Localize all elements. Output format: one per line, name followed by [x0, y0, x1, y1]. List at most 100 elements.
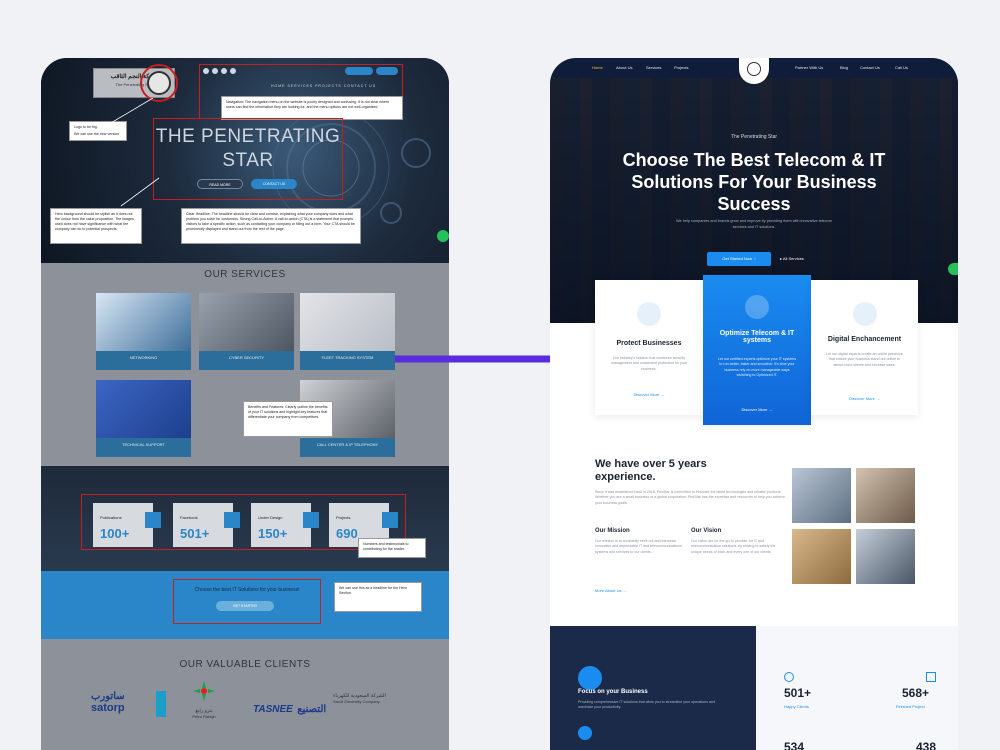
old-service-label: TECHNICAL SUPPORT: [122, 442, 165, 447]
client-name: satorp: [91, 702, 125, 714]
old-nav-pill-button-2[interactable]: [376, 67, 398, 75]
experience-description: Since it was established back in 2018, P…: [595, 490, 785, 505]
publications-icon: [145, 512, 161, 528]
petro-rabigh-icon: [193, 681, 215, 701]
happy-clients-icon: [784, 672, 794, 682]
old-stat-card: Under Design 150+: [251, 503, 311, 547]
old-service-support[interactable]: TECHNICAL SUPPORT: [96, 380, 191, 457]
old-website-card: شركة النجم الثاقب The Penetrating Star H…: [41, 58, 449, 750]
old-read-more-button[interactable]: READ MORE: [197, 179, 243, 189]
old-service-label: CYBER SECURITY: [228, 355, 265, 360]
old-clients-section: OUR VALUABLE CLIENTS ساتورب satorp بترو …: [41, 639, 449, 750]
nav-call[interactable]: Call Us: [895, 65, 908, 70]
old-nav-pill-button[interactable]: [345, 67, 373, 75]
focus-section: Focus on your Business Providing compreh…: [550, 626, 756, 750]
old-stat-label: Projects: [336, 515, 351, 520]
team-photo-1: [792, 468, 851, 523]
old-cta-text: Choose the best IT Solutions for your bu…: [194, 587, 300, 593]
get-started-label: Get Started Now: [722, 256, 752, 261]
facebook-icon: [224, 512, 240, 528]
old-stat-value: 690: [336, 526, 358, 541]
technical-support-image: [96, 380, 191, 438]
instagram-icon[interactable]: [230, 68, 236, 74]
all-services-link[interactable]: ▸ All Services: [780, 252, 804, 266]
nav-blog[interactable]: Blog: [840, 65, 848, 70]
card-optimize[interactable]: Optimize Telecom & IT systems Let our ce…: [703, 275, 811, 425]
whatsapp-icon[interactable]: [948, 263, 958, 275]
old-service-label: CALL CENTER & IP TELEPHONY: [316, 442, 379, 447]
card-link-label: Discover More: [849, 396, 875, 401]
headline-note: Clear Headline: The headline should be c…: [181, 208, 361, 244]
projects-icon: [382, 512, 398, 528]
more-about-link[interactable]: More About Us →: [595, 588, 627, 593]
new-website-card: Home About Us Services Projects Partner …: [550, 58, 958, 750]
cyber-security-image: [199, 293, 294, 351]
finished-project-icon: [926, 672, 936, 682]
linkedin-icon[interactable]: [212, 68, 218, 74]
twitter-icon[interactable]: [203, 68, 209, 74]
fleet-tracking-image: [300, 293, 395, 351]
old-service-networking[interactable]: NETWORKING: [96, 293, 191, 370]
old-hero-section: شركة النجم الثاقب The Penetrating Star H…: [41, 58, 449, 263]
team-photo-2: [856, 468, 915, 523]
arrow-right-icon: ›: [753, 256, 756, 261]
nav-partner[interactable]: Partner With Us: [795, 65, 823, 70]
card-title: Protect Businesses: [616, 340, 682, 347]
card-link[interactable]: Discover More →: [595, 392, 703, 397]
old-service-label: NETWORKING: [129, 355, 158, 360]
client-logo-satorp: ساتورب satorp: [91, 691, 125, 714]
old-stat-label: Under Design: [258, 515, 283, 520]
old-cta-section: Choose the best IT Solutions for your bu…: [41, 571, 449, 639]
stat-label: Finished Project: [896, 704, 925, 709]
card-title: Digital Enchancement: [827, 336, 902, 343]
old-stat-value: 150+: [258, 526, 288, 541]
old-service-fleet[interactable]: FLEET TRACKING SYSTEM: [300, 293, 395, 370]
card-link[interactable]: Discover More →: [811, 396, 918, 401]
card-digital[interactable]: Digital Enchancement Let our digital exp…: [811, 280, 918, 415]
background-note: Hero background should be stylish as it …: [50, 208, 142, 244]
focus-description: Providing comprehensive IT solutions tha…: [578, 700, 715, 710]
vision-text: Our vision are for the go-to provider fo…: [691, 539, 776, 554]
client-logo-tasnee: TASNEE التصنيع: [253, 699, 326, 717]
old-service-label: FLEET TRACKING SYSTEM: [321, 355, 374, 360]
nav-services[interactable]: Services: [646, 65, 661, 70]
client-name: TASNEE: [253, 704, 293, 715]
stat-value: 568+: [902, 686, 930, 700]
comparison-stage: شركة النجم الثاقب The Penetrating Star H…: [0, 0, 1000, 750]
youtube-icon[interactable]: [221, 68, 227, 74]
mission-text: Our mission is to constantly seek out an…: [595, 539, 682, 554]
client-arabic: ساتورب: [91, 691, 125, 702]
mission-title: Our Mission: [595, 528, 630, 534]
nav-contact[interactable]: Contact Us: [860, 65, 880, 70]
shield-icon: [637, 302, 661, 326]
design-icon: [303, 512, 319, 528]
client-name: Petro Rabigh: [192, 714, 216, 719]
logo-badge-icon: [747, 62, 761, 76]
old-stats-section: Publications 100+ Facebook 501+ Under De…: [41, 466, 449, 571]
old-services-section: OUR SERVICES NETWORKING CYBER SECURITY F…: [41, 263, 449, 466]
whatsapp-icon[interactable]: [437, 230, 449, 242]
old-nav-menu[interactable]: HOME SERVICES PROJECTS CONTACT US: [271, 84, 376, 88]
old-cta-button[interactable]: GET STARTED: [216, 601, 274, 611]
satorp-mark-icon: [156, 691, 166, 717]
nav-home[interactable]: Home: [592, 65, 603, 70]
card-link[interactable]: Discover More →: [703, 407, 811, 412]
client-logo-petro-rabigh: بترو رابغ Petro Rabigh: [189, 679, 219, 719]
get-started-button[interactable]: Get Started Now ›: [707, 252, 771, 266]
hero-description: We help companies and brands grow and im…: [676, 219, 832, 229]
nav-projects[interactable]: Projects: [674, 65, 688, 70]
stat-value: 438: [916, 740, 937, 750]
client-logo-sec: الشركة السعودية للكهرباء Saudi Electrici…: [333, 693, 386, 704]
all-services-label: All Services: [782, 256, 804, 261]
old-service-cyber[interactable]: CYBER SECURITY: [199, 293, 294, 370]
stat-value: 501+: [784, 686, 812, 700]
old-contact-button[interactable]: CONTACT US: [251, 179, 297, 189]
card-link-label: Discover More: [633, 392, 660, 397]
digital-icon: [853, 302, 877, 326]
team-photo-4: [856, 529, 915, 584]
focus-secondary-icon: [578, 726, 592, 740]
card-description: Let our digital experts create an online…: [826, 352, 903, 367]
card-protect[interactable]: Protect Businesses Our industry's soluti…: [595, 280, 703, 415]
stat-value: 534: [784, 740, 805, 750]
nav-about[interactable]: About Us: [616, 65, 632, 70]
